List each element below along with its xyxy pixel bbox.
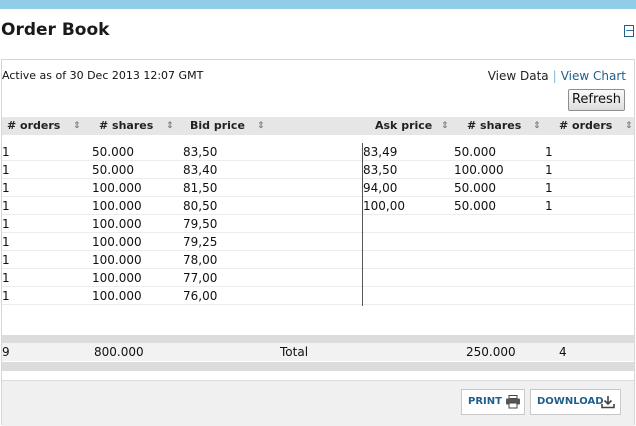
bid-price-cell: 77,00 (183, 271, 218, 285)
ask-price-cell: 100,00 (363, 199, 405, 213)
sort-arrows-icon[interactable]: ⇕ (441, 117, 449, 135)
printer-icon (506, 395, 520, 409)
download-button[interactable]: DOWNLOAD (530, 389, 621, 415)
bid-shares-cell: 50.000 (92, 163, 134, 177)
sort-arrows-icon[interactable]: ⇕ (73, 117, 81, 135)
bid-orders-cell: 1 (2, 199, 10, 213)
refresh-button[interactable]: Refresh (568, 89, 625, 111)
sort-arrows-icon[interactable]: ⇕ (257, 117, 265, 135)
table-row: 1 100.000 79,25 (2, 233, 634, 251)
top-accent-bar (0, 0, 636, 9)
bid-price-cell: 79,50 (183, 217, 218, 231)
bid-shares-cell: 100.000 (92, 199, 142, 213)
col-bid-shares: # shares (99, 119, 154, 132)
bid-shares-cell: 100.000 (92, 217, 142, 231)
sort-arrows-icon[interactable]: ⇕ (625, 117, 633, 135)
bid-ask-divider (362, 143, 363, 306)
separator-band (2, 335, 634, 343)
bid-orders-cell: 1 (2, 217, 10, 231)
table-row: 1 100.000 77,00 (2, 269, 634, 287)
widget-title: Order Book (1, 20, 110, 40)
ask-orders-cell: 1 (545, 199, 553, 213)
bid-price-cell: 80,50 (183, 199, 218, 213)
total-bid-shares: 800.000 (94, 345, 144, 359)
bid-orders-cell: 1 (2, 235, 10, 249)
ask-shares-cell: 50.000 (454, 181, 496, 195)
ask-price-cell: 83,49 (363, 145, 398, 159)
col-ask-shares: # shares (467, 119, 522, 132)
bid-price-cell: 78,00 (183, 253, 218, 267)
download-label: DOWNLOAD (537, 396, 604, 407)
bid-price-cell: 83,50 (183, 145, 218, 159)
ask-shares-cell: 100.000 (454, 163, 504, 177)
bid-price-cell: 76,00 (183, 289, 218, 303)
bid-shares-cell: 100.000 (92, 271, 142, 285)
total-ask-orders: 4 (559, 345, 567, 359)
table-row: 1 100.000 78,00 (2, 251, 634, 269)
view-links: View Data | View Chart (488, 69, 626, 83)
bid-shares-cell: 100.000 (92, 253, 142, 267)
bid-shares-cell: 100.000 (92, 235, 142, 249)
totals-row: 9 800.000 Total 250.000 4 (2, 343, 634, 361)
table-row: 1 100.000 76,00 (2, 287, 634, 305)
minus-box-icon[interactable]: − (624, 25, 634, 37)
col-ask-price: Ask price (375, 119, 433, 132)
ask-price-cell: 94,00 (363, 181, 398, 195)
separator-band (2, 362, 634, 371)
bid-orders-cell: 1 (2, 253, 10, 267)
table-row: 1 50.000 83,40 83,50 100.000 1 (2, 161, 634, 179)
ask-price-cell: 83,50 (363, 163, 398, 177)
sort-arrows-icon[interactable]: ⇕ (166, 117, 174, 135)
total-ask-shares: 250.000 (466, 345, 516, 359)
ask-orders-cell: 1 (545, 145, 553, 159)
total-label: Total (280, 345, 309, 359)
print-label: PRINT (468, 396, 502, 407)
bid-orders-cell: 1 (2, 271, 10, 285)
bid-orders-cell: 1 (2, 145, 10, 159)
sort-arrows-icon[interactable]: ⇕ (533, 117, 541, 135)
link-separator: | (552, 69, 557, 83)
ask-orders-cell: 1 (545, 181, 553, 195)
bid-shares-cell: 100.000 (92, 289, 142, 303)
total-bid-orders: 9 (2, 345, 10, 359)
ask-shares-cell: 50.000 (454, 199, 496, 213)
bid-price-cell: 79,25 (183, 235, 218, 249)
ask-shares-cell: 50.000 (454, 145, 496, 159)
bid-orders-cell: 1 (2, 289, 10, 303)
print-button[interactable]: PRINT (461, 389, 525, 415)
bid-price-cell: 83,40 (183, 163, 218, 177)
col-ask-orders: # orders (559, 119, 613, 132)
table-row: 1 100.000 81,50 94,00 50.000 1 (2, 179, 634, 197)
bid-price-cell: 81,50 (183, 181, 218, 195)
table-row: 1 50.000 83,50 83,49 50.000 1 (2, 143, 634, 161)
bid-shares-cell: 50.000 (92, 145, 134, 159)
table-row: 1 100.000 79,50 (2, 215, 634, 233)
col-bid-price: Bid price (190, 119, 245, 132)
bid-shares-cell: 100.000 (92, 181, 142, 195)
view-chart-link[interactable]: View Chart (561, 69, 626, 83)
table-header: # orders ⇕ # shares ⇕ Bid price ⇕ Ask pr… (2, 117, 634, 135)
ask-orders-cell: 1 (545, 163, 553, 177)
bid-orders-cell: 1 (2, 163, 10, 177)
bid-orders-cell: 1 (2, 181, 10, 195)
active-timestamp: Active as of 30 Dec 2013 12:07 GMT (2, 69, 204, 82)
col-bid-orders: # orders (7, 119, 61, 132)
table-row: 1 100.000 80,50 100,00 50.000 1 (2, 197, 634, 215)
view-data-link[interactable]: View Data (488, 69, 549, 83)
download-icon (601, 396, 615, 409)
